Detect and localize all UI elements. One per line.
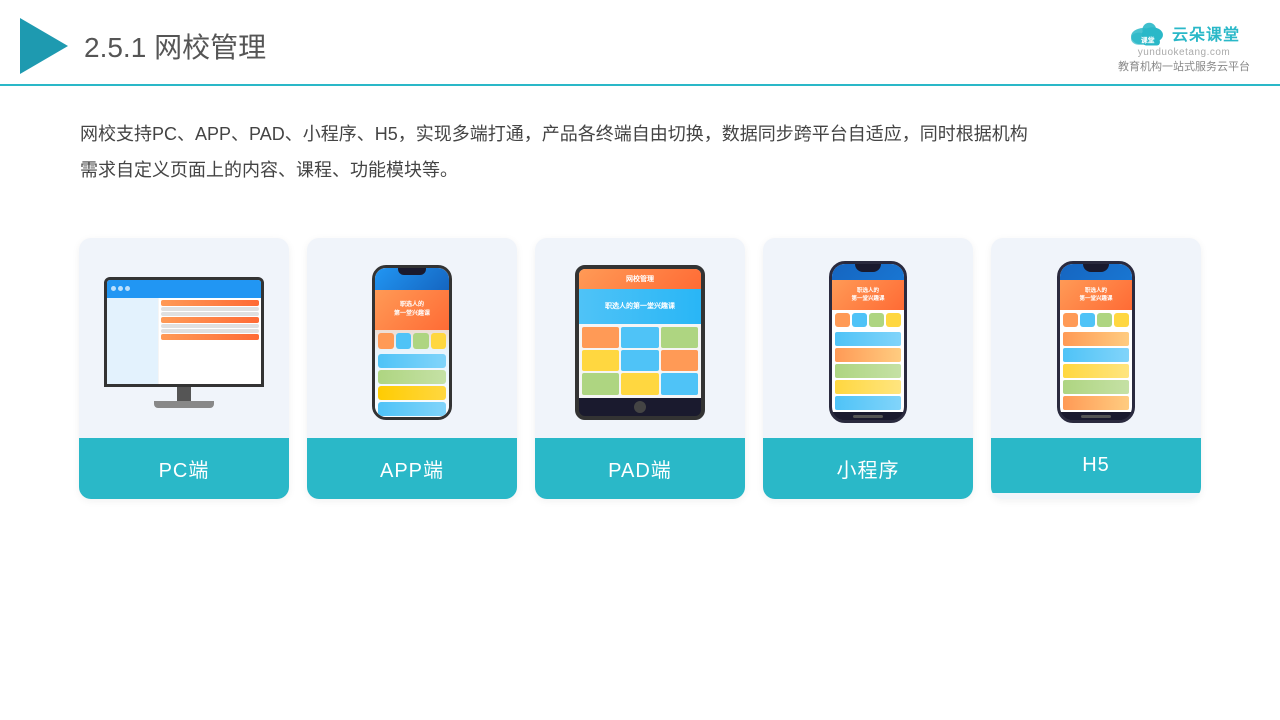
pad-tablet-screen: 网校管理 职选人的第一堂兴趣课	[579, 269, 701, 398]
h5-phone-mockup: 职选人的第一堂兴趣课	[1057, 261, 1135, 423]
brand-cloud: 课堂 云朵课堂	[1128, 19, 1240, 47]
logo-triangle-icon	[20, 18, 68, 74]
app-phone-screen: 职选人的第一堂兴趣课	[375, 268, 449, 420]
title-text: 网校管理	[154, 32, 266, 63]
brand-name: 云朵课堂	[1172, 21, 1240, 45]
pad-tablet-mockup: 网校管理 职选人的第一堂兴趣课	[575, 265, 705, 420]
brand-slogan: 教育机构一站式服务云平台	[1118, 58, 1250, 74]
card-h5-image: 职选人的第一堂兴趣课	[991, 238, 1201, 438]
card-pc: PC端	[79, 238, 289, 499]
cloud-icon: 课堂	[1128, 19, 1166, 47]
miniprogram-screen: 职选人的第一堂兴趣课	[832, 264, 904, 412]
card-pad-label: PAD端	[535, 438, 745, 499]
header: 2.5.1 网校管理 课堂 云朵课堂 yunduoketang.com 教育机构…	[0, 0, 1280, 86]
card-miniprogram-label: 小程序	[763, 438, 973, 499]
header-left: 2.5.1 网校管理	[20, 18, 266, 74]
card-pad-image: 网校管理 职选人的第一堂兴趣课	[535, 238, 745, 438]
pc-screen	[107, 280, 261, 384]
page-title: 2.5.1 网校管理	[84, 26, 266, 66]
card-pad: 网校管理 职选人的第一堂兴趣课	[535, 238, 745, 499]
card-miniprogram-image: 职选人的第一堂兴趣课	[763, 238, 973, 438]
card-app: 职选人的第一堂兴趣课	[307, 238, 517, 499]
card-pc-label: PC端	[79, 438, 289, 499]
h5-screen: 职选人的第一堂兴趣课	[1060, 264, 1132, 412]
card-h5: 职选人的第一堂兴趣课	[991, 238, 1201, 499]
app-phone-mockup: 职选人的第一堂兴趣课	[372, 265, 452, 420]
description-text: 网校支持PC、APP、PAD、小程序、H5，实现多端打通，产品各终端自由切换，数…	[0, 86, 1280, 198]
cards-container: PC端 职选人的第一堂兴趣课	[0, 208, 1280, 529]
miniprogram-phone-mockup: 职选人的第一堂兴趣课	[829, 261, 907, 423]
card-miniprogram: 职选人的第一堂兴趣课	[763, 238, 973, 499]
card-app-label: APP端	[307, 438, 517, 499]
card-app-image: 职选人的第一堂兴趣课	[307, 238, 517, 438]
brand-url: yunduoketang.com	[1138, 47, 1231, 58]
svg-text:课堂: 课堂	[1141, 35, 1155, 44]
brand-logo: 课堂 云朵课堂 yunduoketang.com 教育机构一站式服务云平台	[1118, 19, 1250, 74]
card-pc-image	[79, 238, 289, 438]
pc-monitor	[104, 277, 264, 387]
card-h5-label: H5	[991, 438, 1201, 493]
title-number: 2.5.1	[84, 32, 146, 63]
pc-mockup	[104, 277, 264, 408]
